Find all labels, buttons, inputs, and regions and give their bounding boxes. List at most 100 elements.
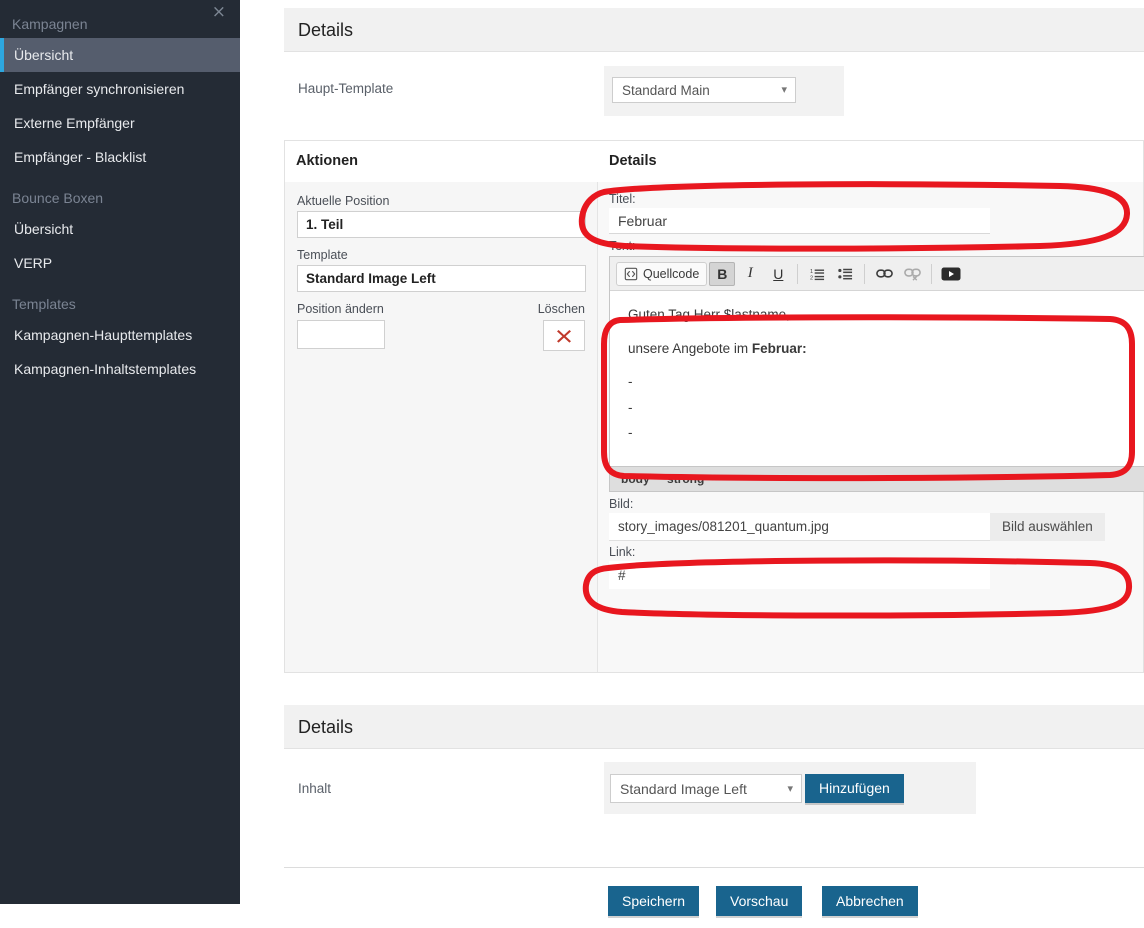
editor-bullet: - <box>628 425 633 441</box>
sidebar-item-uebersicht[interactable]: Übersicht <box>0 38 240 72</box>
ordered-list-button[interactable]: 1 2 <box>804 262 830 286</box>
italic-button[interactable]: I <box>737 262 763 286</box>
sidebar-item-label: Empfänger - Blacklist <box>14 149 147 165</box>
inhalt-select-wrap[interactable]: Standard Image Left ▾ <box>610 774 802 803</box>
sidebar-item-label: Empfänger synchronisieren <box>14 81 185 97</box>
sidebar-group-kampagnen: Kampagnen Übersicht Empfänger synchronis… <box>0 10 240 174</box>
preview-button[interactable]: Vorschau <box>716 886 803 916</box>
sidebar-item-label: Übersicht <box>14 47 74 63</box>
delete-button[interactable] <box>543 320 585 351</box>
sidebar: × Kampagnen Übersicht Empfänger synchron… <box>0 0 240 904</box>
details-column: Titel: Text: Quellcode B <box>598 182 1144 672</box>
source-code-icon <box>624 267 638 280</box>
bottom-details-body: Inhalt Standard Image Left ▾ Hinzufügen <box>284 749 1144 839</box>
editor-bullet: - <box>628 374 633 390</box>
bottom-details-panel: Details Inhalt Standard Image Left ▾ Hin… <box>284 705 1144 928</box>
quellcode-button[interactable]: Quellcode <box>616 261 708 286</box>
footer-actions: Speichern Vorschau Abbrechen <box>284 868 1144 928</box>
sidebar-item-label: Kampagnen-Haupttemplates <box>14 327 193 343</box>
toolbar-separator <box>864 263 866 284</box>
sidebar-group-templates: Templates Kampagnen-Haupttemplates Kampa… <box>0 290 240 386</box>
aktionen-header: Aktionen <box>296 153 359 169</box>
sidebar-item-label: Übersicht <box>14 221 74 237</box>
position-aendern-input[interactable] <box>297 320 385 349</box>
bild-auswaehlen-button[interactable]: Bild auswählen <box>990 513 1105 541</box>
titel-input[interactable] <box>609 208 990 234</box>
split-panel-header: Aktionen Details <box>285 141 1143 183</box>
template-label: Template <box>297 248 348 262</box>
unordered-list-button[interactable] <box>832 262 858 286</box>
hinzufuegen-button[interactable]: Hinzufügen <box>805 774 904 803</box>
details-header: Details <box>609 153 657 169</box>
numbered-list-icon: 1 2 <box>810 269 824 281</box>
unlink-icon <box>903 267 921 281</box>
sidebar-item-kampagnen-haupttemplates[interactable]: Kampagnen-Haupttemplates <box>0 318 240 352</box>
haupt-template-label: Haupt-Template <box>298 81 394 96</box>
aktuelle-position-value: 1. Teil <box>297 211 586 238</box>
unlink-button[interactable] <box>899 262 925 286</box>
underline-label: U <box>773 265 784 282</box>
cancel-button[interactable]: Abbrechen <box>822 886 918 916</box>
inhalt-label: Inhalt <box>298 781 332 796</box>
haupt-template-select[interactable]: Standard Main <box>612 77 796 103</box>
bullet-list-icon <box>838 268 852 279</box>
bild-label: Bild: <box>609 497 634 511</box>
bild-input[interactable] <box>609 513 990 541</box>
editor-element-path: body strong <box>610 466 1144 491</box>
svg-text:2: 2 <box>810 275 813 280</box>
sidebar-item-label: Kampagnen-Inhaltstemplates <box>14 361 197 377</box>
main-content: Details Haupt-Template Standard Main ▾ A… <box>240 0 1144 928</box>
quellcode-label: Quellcode <box>643 266 700 281</box>
position-aendern-label: Position ändern <box>297 302 384 316</box>
text-label: Text: <box>609 239 636 253</box>
link-label: Link: <box>609 545 636 559</box>
link-input[interactable] <box>609 561 990 589</box>
editor-intro-prefix: unsere Angebote im <box>628 340 752 356</box>
top-details-panel: Details Haupt-Template Standard Main ▾ <box>284 8 1144 129</box>
titel-label: Titel: <box>609 192 636 206</box>
haupt-template-select-wrap[interactable]: Standard Main ▾ <box>612 77 796 103</box>
bild-row: Bild auswählen <box>609 513 1144 541</box>
close-icon[interactable]: × <box>212 4 226 21</box>
editor-intro: unsere Angebote im Februar: <box>628 339 1144 359</box>
editor-content-area[interactable]: Guten Tag Herr $lastname, unsere Angebot… <box>610 291 1144 466</box>
editor-greeting: Guten Tag Herr $lastname, <box>628 307 790 322</box>
underline-button[interactable]: U <box>765 262 791 286</box>
aktionen-column: Aktuelle Position 1. Teil Template Stand… <box>285 182 598 672</box>
editor-toolbar: Quellcode B I U 1 2 <box>610 257 1144 291</box>
sidebar-item-kampagnen-inhaltstemplates[interactable]: Kampagnen-Inhaltstemplates <box>0 352 240 386</box>
save-button[interactable]: Speichern <box>608 886 700 916</box>
sidebar-group-title: Kampagnen <box>12 16 88 32</box>
toolbar-separator <box>931 263 933 284</box>
sidebar-item-verp[interactable]: VERP <box>0 246 240 280</box>
video-button[interactable] <box>938 262 964 286</box>
panel-title: Details <box>284 705 1144 749</box>
sidebar-item-bounce-uebersicht[interactable]: Übersicht <box>0 212 240 246</box>
toolbar-separator <box>797 263 799 284</box>
panel-title: Details <box>284 8 1144 52</box>
bold-label: B <box>717 265 728 282</box>
inhalt-select[interactable]: Standard Image Left <box>610 774 802 803</box>
editor-bullet: - <box>628 399 633 415</box>
red-x-icon <box>557 329 571 343</box>
sidebar-item-empfaenger-synchronisieren[interactable]: Empfänger synchronisieren <box>0 72 240 106</box>
sidebar-group-title: Bounce Boxen <box>12 190 104 206</box>
sidebar-group-bounce-boxen: Bounce Boxen Übersicht VERP <box>0 184 240 280</box>
editor-intro-bold: Februar: <box>751 340 807 356</box>
aktionen-details-panel: Aktionen Details Aktuelle Position 1. Te… <box>284 140 1144 673</box>
bold-button[interactable]: B <box>709 261 736 286</box>
path-body[interactable]: body <box>621 472 650 486</box>
loeschen-label: Löschen <box>537 302 585 316</box>
aktuelle-position-label: Aktuelle Position <box>297 194 390 208</box>
template-value: Standard Image Left <box>297 265 586 292</box>
italic-label: I <box>747 265 753 281</box>
sidebar-item-externe-empfaenger[interactable]: Externe Empfänger <box>0 106 240 140</box>
sidebar-item-empfaenger-blacklist[interactable]: Empfänger - Blacklist <box>0 140 240 174</box>
path-strong[interactable]: strong <box>667 472 704 486</box>
sidebar-item-label: Externe Empfänger <box>14 115 135 131</box>
svg-text:1: 1 <box>810 269 813 275</box>
rich-text-editor: Quellcode B I U 1 2 Guten Tag Herr $last… <box>609 256 1144 492</box>
link-button[interactable] <box>871 262 897 286</box>
sidebar-item-label: VERP <box>14 255 53 271</box>
link-icon <box>875 269 893 278</box>
